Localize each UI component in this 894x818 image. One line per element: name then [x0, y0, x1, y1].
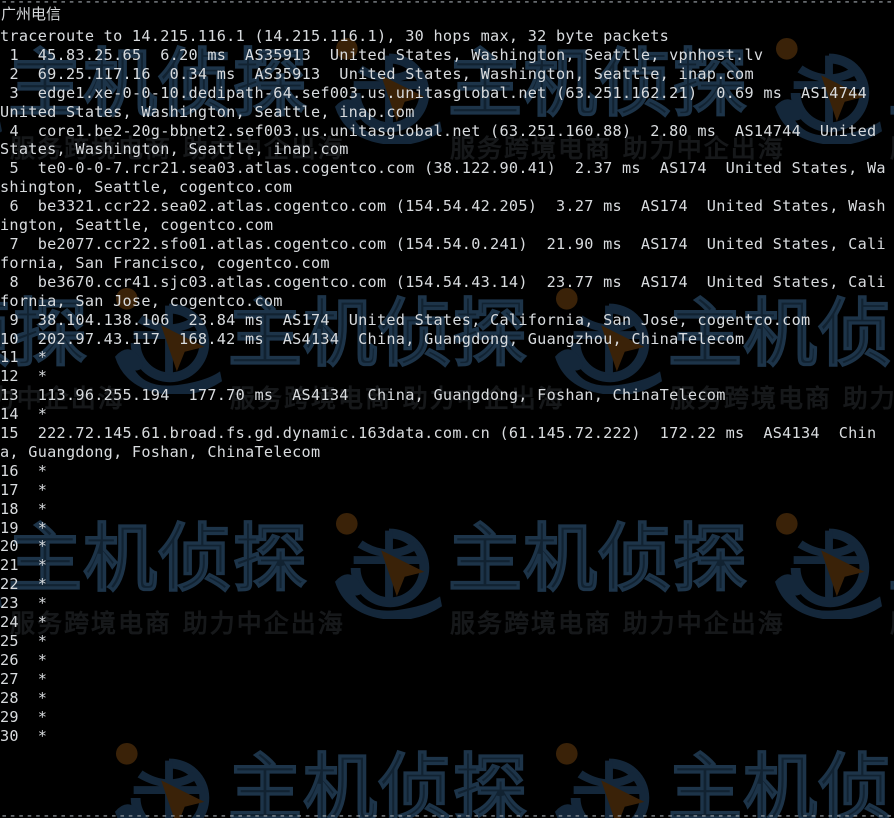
node-label: 广州电信	[1, 5, 62, 23]
top-separator-rule: ----------------------------------------…	[0, 0, 894, 4]
terminal-window: 主机侦探 服务跨境电商 助力中企出海 主机侦探 服务跨境电商 助力中企出海 主机…	[0, 0, 894, 818]
terminal-text-layer: ----------------------------------------…	[0, 0, 894, 818]
bottom-separator-rule: ----------------------------------------…	[0, 814, 894, 818]
traceroute-output: traceroute to 14.215.116.1 (14.215.116.1…	[0, 27, 886, 745]
